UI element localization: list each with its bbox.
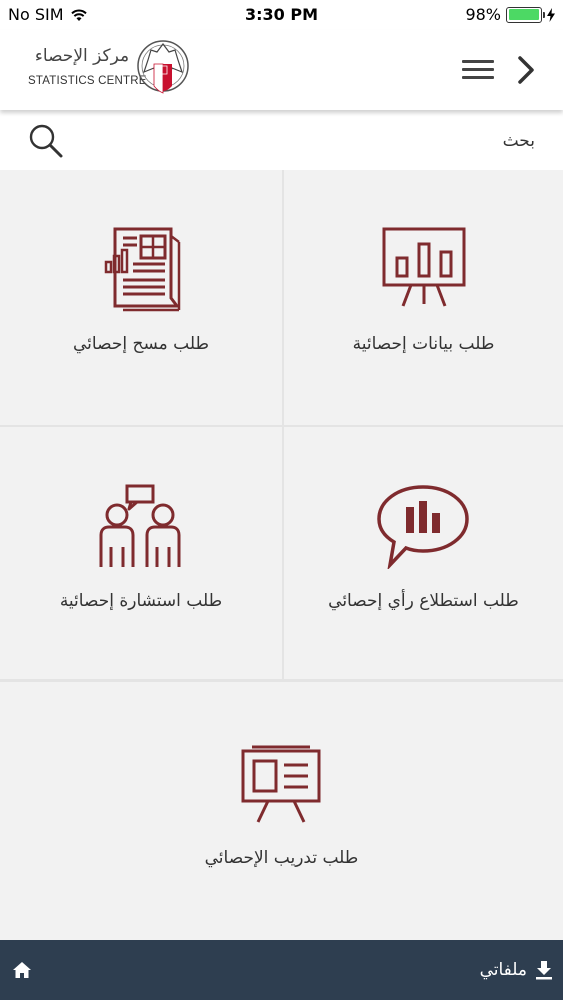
- logo-english-text: STATISTICS CENTRE: [28, 75, 147, 87]
- survey-document-icon: [104, 227, 181, 312]
- tile-statistical-data-request[interactable]: طلب بيانات إحصائية: [284, 170, 563, 425]
- tile-label: طلب استشارة إحصائية: [59, 591, 223, 611]
- chevron-right-icon[interactable]: [512, 50, 540, 90]
- speech-bubble-chart-icon: [377, 485, 469, 569]
- battery-icon: [506, 6, 545, 23]
- battery-level: [508, 9, 539, 20]
- tile-label: طلب تدريب الإحصائي: [204, 848, 359, 868]
- hamburger-icon-line: [462, 76, 494, 79]
- tile-statistical-training-request[interactable]: طلب تدريب الإحصائي: [0, 682, 563, 940]
- download-icon: [536, 961, 552, 980]
- tile-label: طلب مسح إحصائي: [73, 334, 209, 354]
- tile-statistical-consultation-request[interactable]: طلب استشارة إحصائية: [0, 427, 282, 679]
- status-bar: No SIM 3:30 PM 98%: [0, 0, 563, 30]
- tile-opinion-poll-request[interactable]: طلب استطلاع رأي إحصائي: [284, 427, 563, 679]
- status-right: 98%: [465, 5, 555, 24]
- tile-label: طلب استطلاع رأي إحصائي: [328, 591, 519, 611]
- search-bar: [0, 112, 563, 170]
- consultation-people-icon: [99, 484, 181, 567]
- services-grid: طلب بيانات إحصائية طلب مسح إحصائي طلب اس…: [0, 170, 563, 940]
- charging-bolt-icon: [547, 7, 555, 22]
- tile-label: طلب بيانات إحصائية: [352, 334, 495, 354]
- my-files-button[interactable]: ملفاتي: [480, 956, 553, 984]
- search-input[interactable]: [80, 122, 535, 160]
- my-files-label: ملفاتي: [479, 960, 527, 980]
- statistics-centre-logo[interactable]: مركز الإحصاء STATISTICS CENTRE: [28, 36, 198, 104]
- app-header: مركز الإحصاء STATISTICS CENTRE: [0, 30, 563, 110]
- training-board-icon: [241, 745, 321, 823]
- tile-statistical-survey-request[interactable]: طلب مسح إحصائي: [0, 170, 282, 425]
- presentation-bar-chart-icon: [382, 227, 466, 307]
- battery-percent: 98%: [465, 5, 501, 24]
- falcon-emblem-icon: [137, 40, 189, 94]
- logo-arabic-text: مركز الإحصاء: [34, 46, 130, 66]
- menu-button[interactable]: [462, 56, 498, 86]
- hamburger-icon-line: [462, 68, 494, 71]
- hamburger-icon: [462, 60, 494, 63]
- search-icon[interactable]: [28, 123, 64, 159]
- home-icon[interactable]: [12, 961, 32, 979]
- bottom-bar: ملفاتي: [0, 940, 563, 1000]
